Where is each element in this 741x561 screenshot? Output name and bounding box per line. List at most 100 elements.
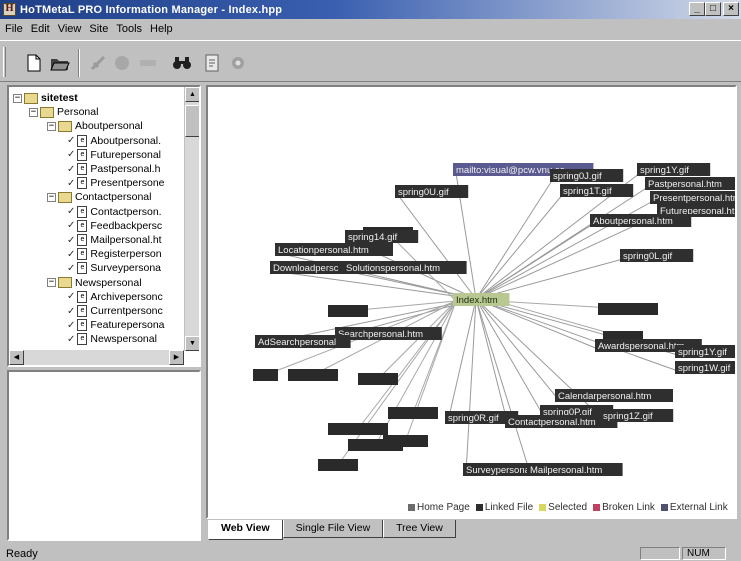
web-view-pane[interactable]: mailto:visual@pcw.vnu.co spring0U.gif spri…	[206, 85, 737, 519]
collapse-icon[interactable]: −	[47, 192, 56, 202]
settings-icon[interactable]	[228, 53, 248, 73]
document-info-icon[interactable]	[202, 53, 222, 73]
graph-node[interactable]: Pastpersonal.htm	[645, 177, 735, 190]
graph-node[interactable]: Searchpersonal.htm	[335, 327, 442, 340]
legend-broken-link: Broken Link	[593, 502, 655, 513]
graph-node[interactable]: spring1Z.gif	[600, 409, 674, 422]
tree-file-item[interactable]: ✓ e Currentpersonc	[67, 304, 163, 318]
toolbar-grip[interactable]	[3, 47, 6, 77]
check-icon: ✓	[67, 319, 76, 331]
open-folder-icon[interactable]	[50, 53, 70, 73]
legend-home-page: Home Page	[408, 502, 470, 513]
graph-node-hidden-label[interactable]	[288, 369, 338, 381]
graph-node[interactable]: spring0L.gif	[620, 249, 694, 262]
html-file-icon: e	[77, 262, 88, 275]
tree-item-label: Featurepersona	[90, 319, 165, 332]
tree-folder-item[interactable]: − Contactpersonal	[47, 190, 151, 204]
collapse-icon[interactable]: −	[29, 107, 38, 117]
tree-file-item[interactable]: ✓ e Presentpersone	[67, 176, 165, 190]
html-file-icon: e	[77, 234, 88, 246]
graph-node-hidden-label[interactable]	[328, 423, 388, 435]
legend-swatch	[475, 504, 483, 511]
tree-file-item[interactable]: ✓ e Archivepersonc	[67, 290, 163, 304]
tree-folder-item[interactable]: − Personal	[29, 105, 98, 119]
new-document-icon[interactable]	[24, 53, 44, 73]
graph-node[interactable]: spring1W.gif	[675, 361, 735, 374]
link-icon[interactable]	[88, 53, 108, 73]
menu-site[interactable]: Site	[87, 23, 114, 35]
menu-help[interactable]: Help	[148, 23, 179, 35]
tree-file-item[interactable]: ✓ e Pastpersonal.h	[67, 162, 160, 176]
menu-file[interactable]: File	[3, 23, 29, 35]
minimize-button[interactable]: _	[689, 2, 705, 16]
graph-node[interactable]: Presentpersonal.htm	[650, 191, 735, 204]
tree-file-item[interactable]: ✓ e Feedbackpersc	[67, 219, 162, 233]
tree-vertical-scrollbar[interactable]: ▲ ▼	[184, 87, 199, 351]
tree-folder-item[interactable]: − Newspersonal	[47, 276, 142, 290]
tree-file-item[interactable]: ✓ e Newspersonal	[67, 332, 157, 346]
link-graph[interactable]: mailto:visual@pcw.vnu.co spring0U.gif spri…	[208, 87, 735, 497]
node-label: spring1Y.gif	[640, 165, 689, 176]
graph-node-hidden-label[interactable]	[328, 305, 368, 317]
tree-file-item[interactable]: ✓ e Contactperson.	[67, 205, 162, 219]
legend-swatch	[593, 504, 601, 511]
maximize-button[interactable]: □	[705, 2, 721, 16]
check-icon: ✓	[67, 305, 76, 317]
num-lock-indicator: NUM	[682, 547, 726, 560]
graph-node[interactable]: spring1Y.gif	[637, 163, 711, 176]
node-label: AdSearchpersonal	[258, 337, 336, 348]
graph-node-hidden-label[interactable]	[358, 373, 398, 385]
toolbar-separator	[78, 49, 80, 77]
graph-node-hidden-label[interactable]	[318, 459, 358, 471]
binoculars-icon[interactable]	[172, 53, 192, 73]
graph-node[interactable]: spring1T.gif	[560, 184, 634, 197]
tab-tree-view[interactable]: Tree View	[383, 520, 456, 538]
site-tree-pane[interactable]: − sitetest − Personal − Aboutpersonal ✓ e Aboutp…	[7, 85, 201, 367]
graph-node[interactable]: Calendarpersonal.htm	[555, 389, 673, 402]
graph-node[interactable]: Downloadpersc	[270, 261, 349, 274]
graph-node-hidden-label[interactable]	[383, 435, 428, 447]
tree-folder-item[interactable]: − Aboutpersonal	[47, 119, 143, 133]
tree-file-item[interactable]: ✓ e Mailpersonal.ht	[67, 233, 162, 247]
graph-node-hidden-label[interactable]	[253, 369, 278, 381]
scroll-left-button[interactable]: ◀	[9, 350, 24, 365]
tree-file-item[interactable]: ✓ e Featurepersona	[67, 318, 165, 332]
collapse-icon[interactable]: −	[47, 278, 56, 288]
tree-file-item[interactable]: ✓ e Futurepersonal	[67, 148, 161, 162]
status-text: Ready	[6, 547, 38, 560]
graph-node[interactable]: Locationpersonal.htm	[275, 243, 393, 256]
menu-view[interactable]: View	[56, 23, 88, 35]
tree-file-item[interactable]: ✓ e Surveypersona	[67, 261, 161, 275]
tree-horizontal-scrollbar[interactable]: ◀ ▶	[9, 350, 184, 365]
graph-node[interactable]: spring0J.gif	[550, 169, 624, 182]
tree-file-item[interactable]: ✓ e Aboutpersonal.	[67, 134, 161, 148]
graph-node[interactable]: Solutionspersonal.htm	[343, 261, 467, 274]
close-button[interactable]: ×	[723, 2, 739, 16]
scroll-up-button[interactable]: ▲	[185, 87, 199, 102]
tab-single-file-view[interactable]: Single File View	[282, 520, 384, 538]
tree-file-item[interactable]: ✓ e Registerperson	[67, 247, 162, 261]
menu-edit[interactable]: Edit	[29, 23, 56, 35]
html-file-icon: e	[77, 219, 88, 232]
scroll-down-button[interactable]: ▼	[185, 336, 199, 351]
graph-node[interactable]: spring0U.gif	[395, 185, 469, 198]
collapse-icon[interactable]: −	[47, 121, 56, 131]
graph-node-hidden-label[interactable]	[598, 303, 658, 315]
graph-node-hidden-label[interactable]	[388, 407, 438, 419]
tree-folder-item[interactable]: − sitetest	[13, 91, 78, 105]
graph-node[interactable]: Aboutpersonal.htm	[590, 214, 692, 227]
tree-item-label: Feedbackpersc	[90, 219, 163, 232]
graph-node[interactable]: AdSearchpersonal	[255, 335, 351, 348]
graph-node[interactable]: spring1Y.gif	[675, 345, 735, 358]
graph-home-node[interactable]: Index.htm	[453, 293, 510, 306]
stop-icon[interactable]	[112, 53, 132, 73]
scroll-right-button[interactable]: ▶	[169, 350, 184, 365]
refresh-icon[interactable]	[138, 53, 158, 73]
collapse-icon[interactable]: −	[13, 93, 22, 103]
scroll-thumb[interactable]	[185, 105, 199, 137]
menu-tools[interactable]: Tools	[114, 23, 148, 35]
graph-node[interactable]: spring14.gif	[345, 230, 419, 243]
graph-node[interactable]: Mailpersonal.htm	[527, 463, 623, 476]
graph-edge	[465, 298, 477, 474]
tab-web-view[interactable]: Web View	[208, 520, 283, 540]
